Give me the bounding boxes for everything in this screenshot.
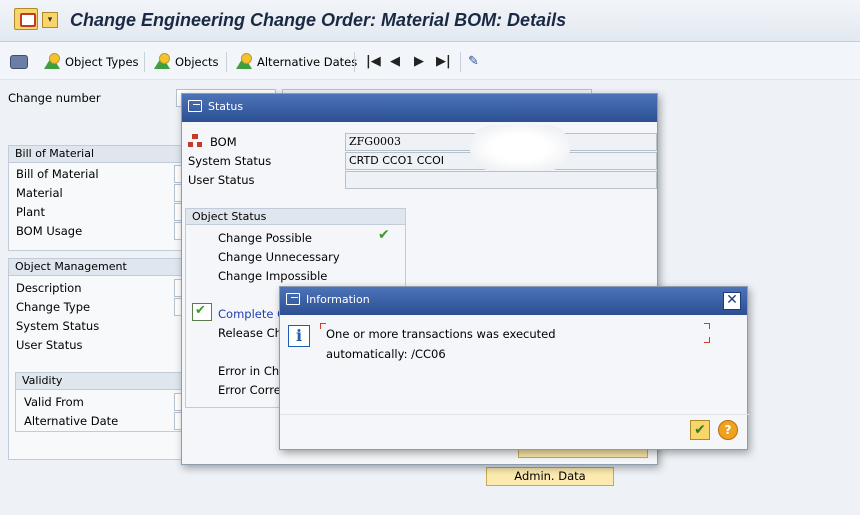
mountain-sun-icon bbox=[154, 53, 172, 69]
dialog-divider bbox=[280, 414, 749, 415]
user-status-label: User Status bbox=[188, 173, 255, 187]
sap-menu-icon[interactable] bbox=[14, 8, 38, 30]
status-dialog-header: Status bbox=[182, 94, 657, 122]
objects-button[interactable]: Objects bbox=[154, 51, 218, 73]
page-title: Change Engineering Change Order: Materia… bbox=[70, 10, 567, 30]
object-status-title: Object Status bbox=[186, 209, 405, 225]
continue-button[interactable]: ✔ bbox=[690, 420, 710, 440]
edit-icon[interactable]: ✎ bbox=[468, 54, 479, 69]
alternative-dates-button[interactable]: Alternative Dates bbox=[236, 51, 357, 73]
change-number-label: Change number bbox=[8, 91, 101, 105]
hierarchy-icon bbox=[188, 134, 202, 148]
toolbar-separator bbox=[354, 52, 355, 72]
information-dialog-header: Information ✕ bbox=[280, 287, 747, 315]
next-page-icon[interactable]: ▶ bbox=[414, 54, 424, 69]
message-line-2: automatically: /CC06 bbox=[326, 347, 446, 361]
error-in-change-label: Error in Cha bbox=[218, 364, 287, 378]
mountain-sun-icon bbox=[236, 53, 254, 69]
object-management-title: Object Management bbox=[9, 259, 187, 276]
bom-label: BOM bbox=[210, 135, 237, 149]
print-icon bbox=[10, 55, 28, 69]
approve-icon: ✔ bbox=[192, 303, 212, 321]
material-label: Material bbox=[16, 186, 63, 200]
alternative-date-label: Alternative Date bbox=[24, 414, 119, 428]
toolbar-separator bbox=[144, 52, 145, 72]
bom-group-title: Bill of Material bbox=[9, 146, 187, 163]
status-dialog-title: Status bbox=[208, 100, 244, 113]
bill-of-material-label: Bill of Material bbox=[16, 167, 99, 181]
plant-label: Plant bbox=[16, 205, 45, 219]
print-button[interactable] bbox=[10, 51, 28, 73]
objects-label: Objects bbox=[175, 55, 219, 69]
last-page-icon[interactable]: ▶| bbox=[436, 54, 451, 69]
checkmark-icon: ✔ bbox=[378, 227, 390, 243]
information-dialog-title: Information bbox=[306, 293, 370, 306]
chevron-down-icon[interactable]: ▾ bbox=[42, 12, 58, 28]
close-icon[interactable]: ✕ bbox=[723, 292, 741, 310]
info-icon: i bbox=[288, 325, 310, 347]
validity-title: Validity bbox=[16, 373, 184, 390]
title-bar: ▾ Change Engineering Change Order: Mater… bbox=[0, 0, 860, 42]
message-line-1: One or more transactions was executed bbox=[326, 327, 556, 341]
previous-page-icon[interactable]: ◀ bbox=[390, 54, 400, 69]
change-impossible-label: Change Impossible bbox=[218, 269, 328, 283]
description-label: Description bbox=[16, 281, 82, 295]
user-status-value-field bbox=[345, 171, 657, 189]
window-icon bbox=[286, 293, 300, 305]
object-types-button[interactable]: Object Types bbox=[44, 51, 139, 73]
change-unnecessary-label: Change Unnecessary bbox=[218, 250, 340, 264]
information-dialog: Information ✕ i One or more transactions… bbox=[279, 286, 749, 450]
valid-from-label: Valid From bbox=[24, 395, 84, 409]
bracket-top-right bbox=[704, 323, 710, 329]
change-type-label: Change Type bbox=[16, 300, 91, 314]
mountain-sun-icon bbox=[44, 53, 62, 69]
toolbar: Object Types Objects Alternative Dates |… bbox=[0, 42, 860, 80]
system-status-label: System Status bbox=[188, 154, 272, 168]
system-status-label: System Status bbox=[16, 319, 100, 333]
bom-usage-label: BOM Usage bbox=[16, 224, 83, 238]
help-icon[interactable]: ? bbox=[718, 420, 738, 440]
window-icon bbox=[188, 100, 202, 112]
redacted-area bbox=[470, 125, 570, 171]
change-possible-label: Change Possible bbox=[218, 231, 312, 245]
first-page-icon[interactable]: |◀ bbox=[366, 54, 381, 69]
alternative-dates-label: Alternative Dates bbox=[257, 55, 358, 69]
toolbar-separator bbox=[460, 52, 461, 72]
toolbar-separator bbox=[226, 52, 227, 72]
bracket-bottom-right bbox=[704, 337, 710, 343]
object-types-label: Object Types bbox=[65, 55, 139, 69]
admin-data-button[interactable]: Admin. Data bbox=[486, 467, 614, 486]
user-status-label: User Status bbox=[16, 338, 83, 352]
